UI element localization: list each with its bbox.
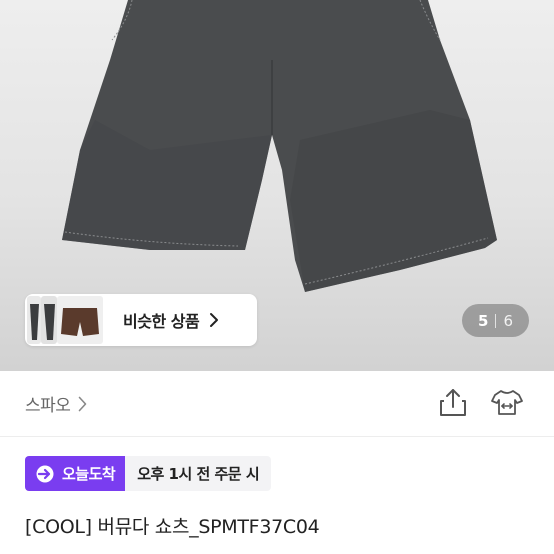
total-pages: 6: [503, 311, 513, 330]
badge-label: 오늘도착: [62, 465, 116, 483]
image-page-indicator: 5 6: [462, 304, 529, 337]
brand-link[interactable]: 스파오: [25, 391, 87, 416]
page-separator: [495, 313, 497, 328]
product-title: [COOL] 버뮤다 쇼츠_SPMTF37C04: [25, 516, 320, 538]
today-delivery-badge: 오늘도착: [25, 456, 126, 491]
share-icon[interactable]: [438, 387, 468, 419]
current-page: 5: [478, 311, 489, 330]
product-image-gallery[interactable]: 비슷한 상품 5 6: [0, 0, 554, 371]
delivery-info: 오늘도착 오후 1시 전 주문 시: [25, 456, 272, 491]
delivery-arrow-icon: [36, 465, 54, 482]
similar-thumbnails: [25, 294, 103, 346]
similar-products-button[interactable]: 비슷한 상품: [25, 294, 257, 346]
similar-products-label: 비슷한 상품: [123, 312, 200, 331]
tshirt-size-icon[interactable]: [490, 387, 524, 419]
brand-name: 스파오: [25, 396, 71, 416]
chevron-right-icon: [209, 312, 219, 328]
chevron-right-icon: [78, 396, 87, 412]
delivery-condition: 오후 1시 전 주문 시: [125, 456, 272, 491]
brand-row: 스파오: [0, 371, 554, 437]
